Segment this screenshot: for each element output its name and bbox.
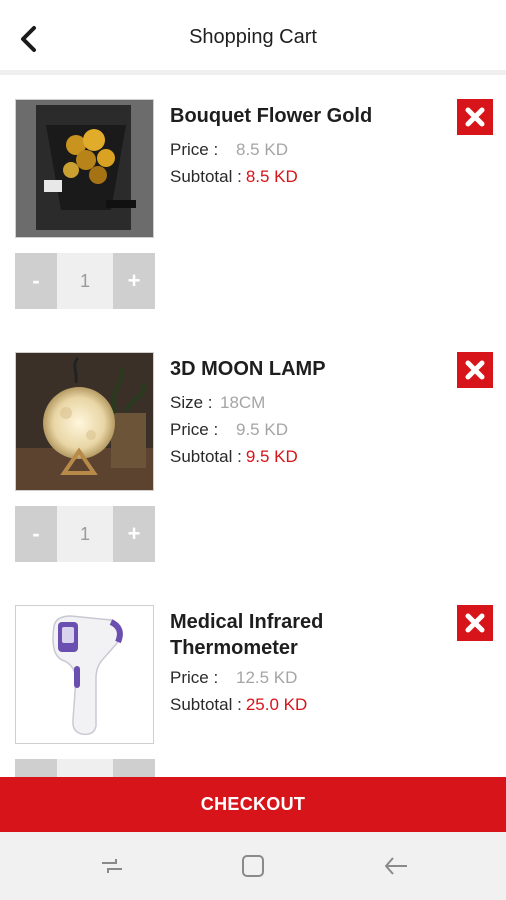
home-icon	[242, 855, 264, 877]
subtotal-row: Subtotal :9.5 KD	[170, 447, 298, 467]
home-button[interactable]	[233, 849, 273, 883]
price-row: Price : 9.5 KD	[170, 420, 288, 440]
price-label: Price :	[170, 668, 219, 687]
product-name: 3D MOON LAMP	[170, 358, 326, 380]
price-row: Price : 12.5 KD	[170, 668, 297, 688]
remove-item-button[interactable]	[457, 605, 493, 641]
size-label: Size :	[170, 393, 213, 412]
subtotal-row: Subtotal :25.0 KD	[170, 695, 307, 715]
quantity-stepper: - 1 +	[15, 253, 155, 309]
system-back-button[interactable]	[376, 849, 416, 883]
subtotal-label: Subtotal :	[170, 447, 242, 466]
decrease-quantity-button[interactable]	[15, 759, 57, 777]
decrease-quantity-button[interactable]: -	[15, 253, 57, 309]
subtotal-value: 9.5 KD	[245, 447, 298, 466]
quantity-value: 1	[57, 506, 113, 562]
recent-apps-icon	[102, 859, 122, 873]
price-label: Price :	[170, 420, 219, 439]
close-icon	[465, 107, 485, 127]
quantity-stepper	[15, 759, 155, 777]
system-nav-bar	[0, 832, 506, 900]
increase-quantity-button[interactable]: +	[113, 506, 155, 562]
subtotal-label: Subtotal :	[170, 695, 242, 714]
increase-quantity-button[interactable]	[113, 759, 155, 777]
price-row: Price : 8.5 KD	[170, 140, 288, 160]
product-name: Medical Infrared Thermometer	[170, 609, 440, 661]
product-image[interactable]	[15, 352, 154, 491]
price-label: Price :	[170, 140, 219, 159]
product-name-line: Medical Infrared	[170, 611, 324, 633]
price-value: 8.5 KD	[236, 140, 288, 159]
size-value: 18CM	[220, 393, 266, 412]
subtotal-value: 8.5 KD	[245, 167, 298, 186]
close-icon	[465, 360, 485, 380]
quantity-stepper: - 1 +	[15, 506, 155, 562]
cart-list[interactable]: Bouquet Flower Gold Price : 8.5 KD Subtot…	[0, 75, 506, 777]
subtotal-value: 25.0 KD	[245, 695, 308, 714]
checkout-button[interactable]: CHECKOUT	[0, 777, 506, 832]
price-value: 12.5 KD	[236, 668, 298, 687]
increase-quantity-button[interactable]: +	[113, 253, 155, 309]
quantity-value: 1	[57, 253, 113, 309]
recent-apps-button[interactable]	[92, 849, 132, 883]
subtotal-row: Subtotal :8.5 KD	[170, 167, 298, 187]
page-title: Shopping Cart	[189, 26, 317, 48]
product-image[interactable]	[15, 605, 154, 744]
product-name-line: Thermometer	[170, 637, 298, 659]
product-name: Bouquet Flower Gold	[170, 105, 373, 127]
quantity-value	[57, 759, 113, 777]
price-value: 9.5 KD	[236, 420, 288, 439]
decrease-quantity-button[interactable]: -	[15, 506, 57, 562]
remove-item-button[interactable]	[457, 99, 493, 135]
subtotal-label: Subtotal :	[170, 167, 242, 186]
size-row: Size : 18CM	[170, 393, 265, 413]
app-header: Shopping Cart	[0, 0, 506, 75]
close-icon	[465, 613, 485, 633]
product-image[interactable]	[15, 99, 154, 238]
remove-item-button[interactable]	[457, 352, 493, 388]
back-arrow-icon	[385, 857, 407, 875]
